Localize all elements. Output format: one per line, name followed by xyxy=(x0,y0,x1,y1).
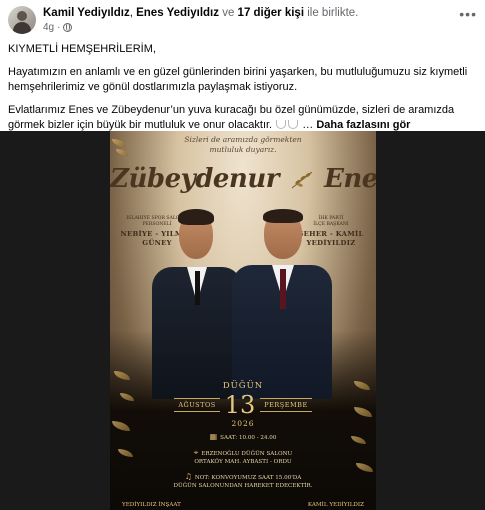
more-horizontal-icon[interactable]: ••• xyxy=(459,6,477,21)
venue-line-1: ERZENOĞLU DÜĞÜN SALONU xyxy=(201,451,293,457)
event-type: DÜĞÜN xyxy=(222,381,264,391)
ellipsis: … xyxy=(299,119,314,131)
wedding-date: DÜĞÜN AĞUSTOS 13 PERŞEMBE 2026 xyxy=(110,381,376,428)
post-paragraph-1: KIYMETLİ HEMŞEHRİLERİM, xyxy=(8,43,156,55)
smile-emoji-icon xyxy=(276,120,287,129)
hair xyxy=(263,209,303,223)
note-line-1: NOT: KONVOYUMUZ SAAT 15.00'DA xyxy=(194,475,302,481)
footer-right: KAMİL YEDİYILDIZ xyxy=(307,502,364,508)
invitation-card: Sizleri de aramızda görmekten mutluluk d… xyxy=(110,131,376,510)
venue-line-2: ORTAKÖY MAH. AYBASTI - ORDU xyxy=(194,458,292,465)
person-right xyxy=(228,209,338,399)
invite-footer: YEDİYILDIZ İNŞAAT KAMİL YEDİYILDIZ xyxy=(122,502,364,508)
post-header-text: Kamil Yediyıldız, Enes Yediyıldız ve 17 … xyxy=(43,6,459,34)
meta-separator: · xyxy=(57,22,61,33)
others-link[interactable]: 17 diğer kişi xyxy=(238,7,304,19)
event-note: ♫ NOT: KONVOYUMUZ SAAT 15.00'DA DÜĞÜN SAL… xyxy=(110,473,376,490)
note-line-2: DÜĞÜN SALONUNDAN HAREKET EDECEKTİR. xyxy=(173,482,313,489)
invite-greeting-line-1: Sizleri de aramızda görmekten xyxy=(184,135,302,144)
event-time: ▦ SAAT: 10.00 - 24.00 xyxy=(110,433,376,443)
see-more-link[interactable]: Daha fazlasını gör xyxy=(316,119,410,131)
globe-icon xyxy=(63,23,73,32)
date-year: 2026 xyxy=(231,419,255,428)
post-time[interactable]: 4g xyxy=(43,21,54,34)
invite-greeting: Sizleri de aramızda görmekten mutluluk d… xyxy=(110,135,376,155)
post-paragraph-3: Evlatlarımız Enes ve Zübeydenur’un yuva … xyxy=(8,103,477,133)
date-month: AĞUSTOS xyxy=(174,398,220,412)
event-venue: ⌖ ERZENOĞLU DÜĞÜN SALONU ORTAKÖY MAH. AYB… xyxy=(110,449,376,466)
author-link-enes[interactable]: Enes Yediyıldız xyxy=(136,7,219,19)
post-meta: 4g · xyxy=(43,21,459,34)
author-link-kamil[interactable]: Kamil Yediyıldız xyxy=(43,7,130,19)
date-weekday: PERŞEMBE xyxy=(260,398,312,412)
post-header: Kamil Yediyıldız, Enes Yediyıldız ve 17 … xyxy=(8,6,477,36)
with-text: ve xyxy=(219,7,238,19)
bride-name: Zübeydenur xyxy=(110,164,279,194)
post-text: KIYMETLİ HEMŞEHRİLERİM, Hayatımızın en a… xyxy=(8,42,477,141)
tie xyxy=(195,271,200,305)
footer-left: YEDİYILDIZ İNŞAAT xyxy=(122,502,181,508)
together-text: ile birlikte. xyxy=(304,7,359,19)
event-time-text: SAAT: 10.00 - 24.00 xyxy=(220,435,277,441)
author-line: Kamil Yediyıldız, Enes Yediyıldız ve 17 … xyxy=(43,6,459,20)
date-day: 13 xyxy=(224,391,256,419)
date-row: AĞUSTOS 13 PERŞEMBE xyxy=(110,392,376,418)
groom-name: Enes xyxy=(324,164,376,194)
couple-names: Zübeydenur Enes xyxy=(110,164,376,194)
location-pin-icon: ⌖ xyxy=(193,448,199,457)
post-photo[interactable]: Sizleri de aramızda görmekten mutluluk d… xyxy=(0,131,485,510)
sprig-icon xyxy=(291,171,312,189)
bell-icon: ♫ xyxy=(184,472,192,481)
avatar[interactable] xyxy=(8,6,36,34)
invite-greeting-line-2: mutluluk duyarız. xyxy=(209,145,277,154)
tie xyxy=(280,269,286,309)
hair xyxy=(178,209,214,225)
post-paragraph-2: Hayatımızın en anlamlı ve en güzel günle… xyxy=(8,66,468,93)
calendar-icon: ▦ xyxy=(209,432,218,441)
smile-emoji-icon xyxy=(288,120,299,129)
